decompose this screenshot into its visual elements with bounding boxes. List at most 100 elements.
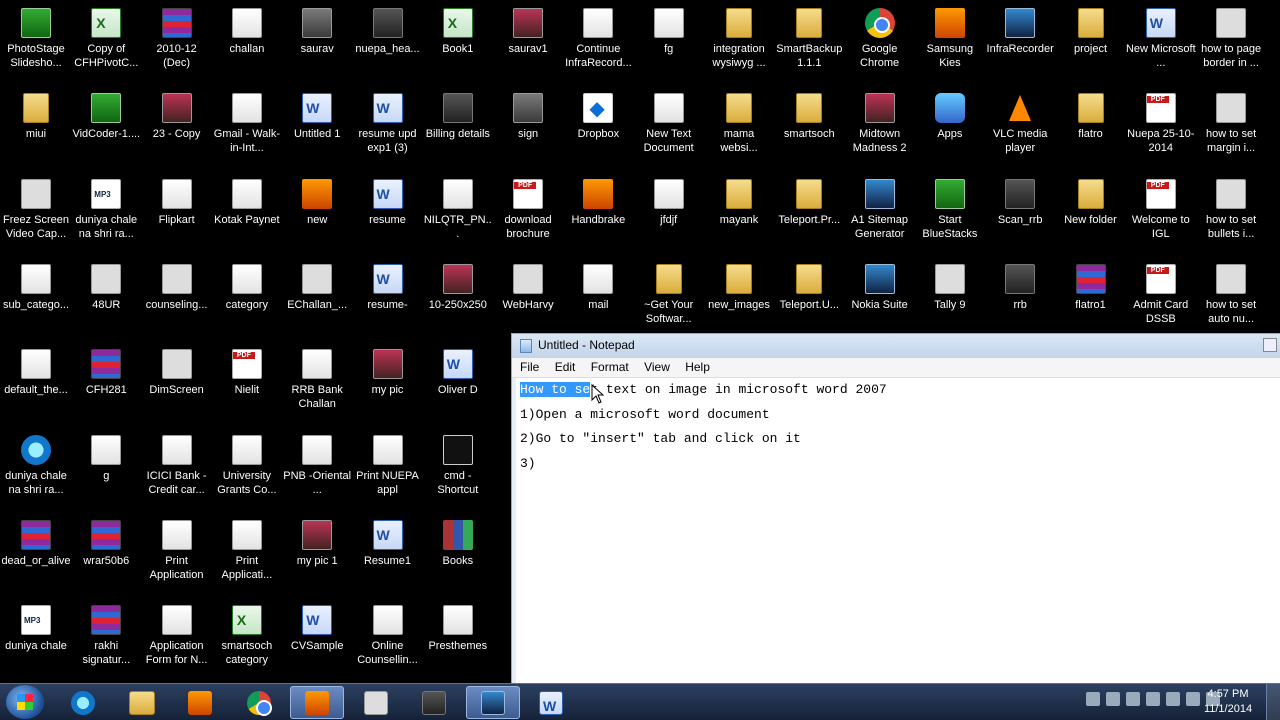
- desktop-icon[interactable]: category: [212, 258, 282, 340]
- desktop-icon[interactable]: counseling...: [142, 258, 212, 340]
- desktop-icon[interactable]: Kotak Paynet: [212, 173, 282, 255]
- desktop-icon[interactable]: Resume1: [353, 514, 423, 596]
- desktop-icon[interactable]: smartsoch category: [212, 599, 282, 681]
- desktop-icon[interactable]: University Grants Co...: [212, 429, 282, 511]
- desktop-icon[interactable]: rakhi signatur...: [71, 599, 141, 681]
- desktop-icon[interactable]: download brochure: [493, 173, 563, 255]
- desktop-icon[interactable]: InfraRecorder: [985, 2, 1055, 84]
- desktop-icon[interactable]: my pic: [353, 343, 423, 425]
- desktop-icon[interactable]: Freez Screen Video Cap...: [1, 173, 71, 255]
- display-icon[interactable]: [1126, 692, 1140, 706]
- desktop-icon[interactable]: Copy of CFHPivotC...: [71, 2, 141, 84]
- desktop-icon[interactable]: Presthemes: [423, 599, 493, 681]
- desktop-icon[interactable]: duniya chale na shri ra...: [71, 173, 141, 255]
- desktop-icon[interactable]: Handbrake: [563, 173, 633, 255]
- desktop-icon[interactable]: sign: [493, 87, 563, 169]
- desktop-icon[interactable]: Flipkart: [142, 173, 212, 255]
- desktop-icon[interactable]: saurav1: [493, 2, 563, 84]
- desktop-icon[interactable]: NILQTR_PN...: [423, 173, 493, 255]
- desktop-icon[interactable]: flatro: [1056, 87, 1126, 169]
- desktop-icon[interactable]: Apps: [915, 87, 985, 169]
- desktop-icon[interactable]: Nokia Suite: [845, 258, 915, 340]
- desktop-icon[interactable]: EChallan_...: [282, 258, 352, 340]
- desktop-icon[interactable]: 10-250x250: [423, 258, 493, 340]
- desktop-icon[interactable]: integration wysiwyg ...: [704, 2, 774, 84]
- desktop-icon[interactable]: 48UR: [71, 258, 141, 340]
- desktop-icon[interactable]: VidCoder-1....: [71, 87, 141, 169]
- desktop-icon[interactable]: resume-: [353, 258, 423, 340]
- desktop-icon[interactable]: how to set auto nu...: [1196, 258, 1266, 340]
- desktop-icon[interactable]: Tally 9: [915, 258, 985, 340]
- desktop-icon[interactable]: mama websi...: [704, 87, 774, 169]
- word-taskbar[interactable]: [524, 686, 578, 719]
- desktop-icon[interactable]: default_the...: [1, 343, 71, 425]
- desktop-icon[interactable]: DimScreen: [142, 343, 212, 425]
- desktop-icon[interactable]: fg: [634, 2, 704, 84]
- desktop-icon[interactable]: Nuepa 25-10-2014: [1126, 87, 1196, 169]
- desktop-icon[interactable]: how to set bullets i...: [1196, 173, 1266, 255]
- desktop-icon[interactable]: Gmail - Walk-in-Int...: [212, 87, 282, 169]
- desktop-icon[interactable]: Scan_rrb: [985, 173, 1055, 255]
- desktop-icon[interactable]: project: [1056, 2, 1126, 84]
- notepad-taskbar[interactable]: [465, 686, 520, 719]
- show-desktop-button[interactable]: [1266, 684, 1280, 720]
- desktop-icon[interactable]: 2010-12 (Dec): [142, 2, 212, 84]
- desktop-icon[interactable]: mayank: [704, 173, 774, 255]
- flag-icon[interactable]: [1146, 692, 1160, 706]
- desktop-icon[interactable]: Dropbox: [563, 87, 633, 169]
- desktop-icon[interactable]: Untitled 1: [282, 87, 352, 169]
- menu-format[interactable]: Format: [591, 360, 629, 374]
- desktop-icon[interactable]: Samsung Kies: [915, 2, 985, 84]
- chrome-taskbar[interactable]: [232, 686, 286, 719]
- media-player-taskbar[interactable]: [173, 686, 227, 719]
- firefox-taskbar[interactable]: [290, 686, 344, 719]
- network-icon[interactable]: [1106, 692, 1120, 706]
- desktop-icon[interactable]: Admit Card DSSB: [1126, 258, 1196, 340]
- notepad-window[interactable]: Untitled - Notepad File Edit Format View…: [511, 333, 1280, 685]
- desktop-icon[interactable]: VLC media player: [985, 87, 1055, 169]
- desktop-icon[interactable]: jfdjf: [634, 173, 704, 255]
- menu-file[interactable]: File: [520, 360, 539, 374]
- desktop-icon[interactable]: CFH281: [71, 343, 141, 425]
- desktop-icon[interactable]: 23 - Copy: [142, 87, 212, 169]
- desktop-icon[interactable]: flatro1: [1056, 258, 1126, 340]
- desktop-icon[interactable]: Teleport.Pr...: [774, 173, 844, 255]
- desktop-icon[interactable]: ICICI Bank - Credit car...: [142, 429, 212, 511]
- desktop-icon[interactable]: ~Get Your Softwar...: [634, 258, 704, 340]
- desktop-icon[interactable]: RRB Bank Challan: [282, 343, 352, 425]
- desktop-icon[interactable]: how to page border in ...: [1196, 2, 1266, 84]
- desktop-icon[interactable]: CVSample: [282, 599, 352, 681]
- desktop-icon[interactable]: mail: [563, 258, 633, 340]
- desktop-icon[interactable]: how to set margin i...: [1196, 87, 1266, 169]
- desktop-icon[interactable]: Welcome to IGL: [1126, 173, 1196, 255]
- desktop-icon[interactable]: New Microsoft ...: [1126, 2, 1196, 84]
- desktop-icon[interactable]: duniya chale: [1, 599, 71, 681]
- desktop-icon[interactable]: PNB -Oriental ...: [282, 429, 352, 511]
- desktop-icon[interactable]: new: [282, 173, 352, 255]
- desktop-icon[interactable]: New Text Document: [634, 87, 704, 169]
- desktop-icon[interactable]: Oliver D: [423, 343, 493, 425]
- desktop-icon[interactable]: New folder: [1056, 173, 1126, 255]
- desktop-icon[interactable]: smartsoch: [774, 87, 844, 169]
- desktop-icon[interactable]: Application Form for N...: [142, 599, 212, 681]
- desktop-icon[interactable]: nuepa_hea...: [353, 2, 423, 84]
- desktop-icon[interactable]: wrar50b6: [71, 514, 141, 596]
- desktop-icon[interactable]: Print Application: [142, 514, 212, 596]
- clock[interactable]: 4:57 PM 11/1/2014: [1198, 687, 1258, 717]
- desktop-icon[interactable]: Print NUEPA appl: [353, 429, 423, 511]
- menu-edit[interactable]: Edit: [555, 360, 576, 374]
- desktop-icon[interactable]: Start BlueStacks: [915, 173, 985, 255]
- desktop-icon[interactable]: Books: [423, 514, 493, 596]
- desktop-icon[interactable]: cmd - Shortcut: [423, 429, 493, 511]
- desktop-icon[interactable]: challan: [212, 2, 282, 84]
- desktop-icon[interactable]: Online Counsellin...: [353, 599, 423, 681]
- minimize-button[interactable]: [1263, 338, 1277, 352]
- desktop-icon[interactable]: rrb: [985, 258, 1055, 340]
- desktop-icon[interactable]: miui: [1, 87, 71, 169]
- desktop-icon[interactable]: WebHarvy: [493, 258, 563, 340]
- desktop-icon[interactable]: duniya chale na shri ra...: [1, 429, 71, 511]
- desktop-icon[interactable]: PhotoStage Slidesho...: [1, 2, 71, 84]
- text-editor[interactable]: How to set text on image in microsoft wo…: [516, 378, 1280, 684]
- desktop-icon[interactable]: g: [71, 429, 141, 511]
- menu-view[interactable]: View: [644, 360, 670, 374]
